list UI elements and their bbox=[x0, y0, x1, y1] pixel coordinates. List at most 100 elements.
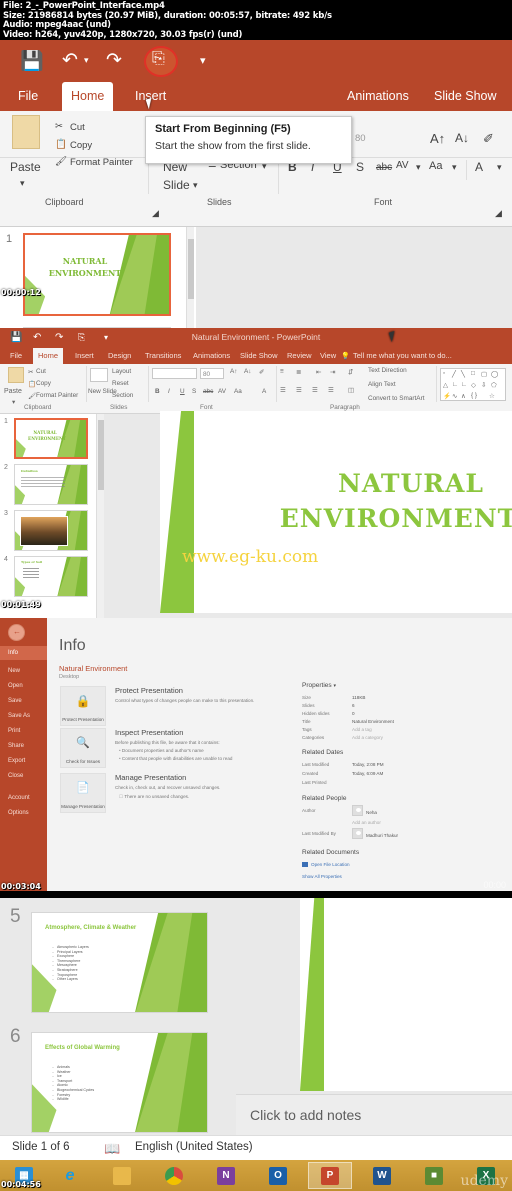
increase-font-size-icon[interactable]: A↑ bbox=[230, 368, 237, 375]
tab-animations[interactable]: Animations bbox=[188, 348, 235, 364]
underline-button[interactable]: U bbox=[180, 388, 185, 395]
align-left-icon[interactable]: ☰ bbox=[280, 386, 286, 394]
shape-star-icon[interactable]: ☆ bbox=[489, 392, 495, 400]
shape-lightning-icon[interactable]: ⚡ bbox=[443, 392, 451, 400]
font-color-button[interactable]: A bbox=[262, 388, 266, 395]
slide-title-line2[interactable]: ENVIRONMENT bbox=[200, 504, 512, 533]
tab-insert[interactable]: Insert bbox=[70, 348, 99, 364]
layout-button[interactable]: Layout bbox=[112, 368, 131, 375]
columns-icon[interactable]: ◫ bbox=[348, 386, 354, 394]
format-painter-icon[interactable]: 🖌 bbox=[28, 392, 36, 400]
change-case-dropdown-icon[interactable]: ▾ bbox=[452, 162, 457, 173]
shape-oval-icon[interactable]: ◯ bbox=[491, 370, 498, 378]
backstage-item-info[interactable]: Info bbox=[0, 646, 47, 660]
thumbnail-slide-1[interactable]: NATURAL ENVIRONMENT bbox=[14, 418, 88, 459]
tab-view[interactable]: View bbox=[315, 348, 341, 364]
outlook-button[interactable]: O bbox=[256, 1162, 300, 1189]
thumbnail-slide-4[interactable]: Types of Soil bbox=[14, 556, 88, 597]
tab-home[interactable]: Home bbox=[62, 82, 114, 111]
show-all-properties-link[interactable]: Show All Properties bbox=[302, 874, 342, 879]
clipboard-dialog-launcher[interactable]: ◢ bbox=[152, 208, 159, 219]
thumbnail-scrollbar[interactable] bbox=[96, 414, 104, 618]
decrease-font-size-icon[interactable]: A↓ bbox=[455, 131, 469, 145]
manage-presentation-button[interactable]: 📄 Manage Presentation bbox=[60, 773, 106, 813]
tell-me-search[interactable]: Tell me what you want to do... bbox=[348, 348, 457, 364]
undo-dropdown-icon[interactable]: ▾ bbox=[84, 55, 89, 66]
language-indicator[interactable]: English (United States) bbox=[135, 1141, 253, 1153]
paste-label[interactable]: Paste bbox=[4, 388, 22, 395]
slide-title-line1[interactable]: NATURAL bbox=[250, 469, 512, 498]
character-spacing-dropdown-icon[interactable]: ▾ bbox=[416, 162, 421, 173]
backstage-item-export[interactable]: Export bbox=[0, 754, 47, 768]
current-slide[interactable] bbox=[300, 898, 512, 1091]
backstage-item-options[interactable]: Options bbox=[0, 806, 47, 820]
change-case-button[interactable]: Aa bbox=[234, 388, 242, 395]
shape-pentagon-icon[interactable]: ⬠ bbox=[491, 381, 497, 389]
back-button[interactable]: ← bbox=[8, 624, 25, 641]
copy-icon[interactable]: 📋 bbox=[55, 139, 67, 150]
strikethrough-button[interactable]: abc bbox=[376, 162, 392, 173]
shape-connector-icon[interactable]: ∟ bbox=[461, 381, 467, 388]
file-explorer-button[interactable] bbox=[100, 1162, 144, 1189]
paste-dropdown-icon[interactable]: ▾ bbox=[12, 398, 15, 406]
clear-formatting-icon[interactable]: ✐ bbox=[259, 368, 264, 376]
thumbnail-slide-1[interactable]: NATURAL ENVIRONMENT bbox=[23, 233, 171, 316]
align-center-icon[interactable]: ☰ bbox=[296, 386, 302, 394]
paste-dropdown-icon[interactable]: ▾ bbox=[20, 178, 25, 189]
thumbnail-scrollbar[interactable] bbox=[186, 227, 194, 328]
shape-rounded-icon[interactable]: ▢ bbox=[481, 370, 487, 378]
numbering-icon[interactable]: ≣ bbox=[296, 368, 301, 376]
chrome-button[interactable] bbox=[152, 1162, 196, 1189]
backstage-item-save[interactable]: Save bbox=[0, 694, 47, 708]
shape-arrow-icon[interactable]: ╲ bbox=[461, 370, 465, 378]
slide-thumbnail-panel[interactable]: 1 NATURAL ENVIRONMENT 2 Definition bbox=[0, 227, 196, 328]
tab-file[interactable]: File bbox=[5, 348, 27, 364]
slide-editing-stage[interactable]: Click to add notes bbox=[236, 898, 512, 1135]
font-color-button[interactable]: A bbox=[475, 160, 483, 174]
tab-file[interactable]: File bbox=[9, 82, 47, 111]
shape-elbow-icon[interactable]: ∟ bbox=[452, 381, 458, 388]
copy-icon[interactable]: 📋 bbox=[28, 380, 36, 388]
tab-slide-show[interactable]: Slide Show bbox=[425, 82, 506, 111]
tab-animations[interactable]: Animations bbox=[338, 82, 418, 111]
start-from-beginning-icon[interactable]: ⎘ bbox=[152, 50, 165, 68]
line-spacing-icon[interactable]: ⇵ bbox=[348, 368, 353, 376]
font-dialog-launcher[interactable]: ◢ bbox=[495, 208, 502, 219]
shape-triangle-icon[interactable]: △ bbox=[443, 381, 448, 389]
notes-placeholder[interactable]: Click to add notes bbox=[250, 1107, 361, 1123]
text-shadow-button[interactable]: S bbox=[356, 160, 364, 174]
strikethrough-button[interactable]: abc bbox=[203, 388, 213, 395]
undo-icon[interactable]: ↶ bbox=[33, 332, 41, 343]
shape-line-icon[interactable]: ╱ bbox=[452, 370, 456, 378]
bold-button[interactable]: B bbox=[155, 388, 160, 395]
notes-pane[interactable]: Click to add notes bbox=[236, 1094, 512, 1135]
thumbnail-slide-2[interactable]: Definition bbox=[14, 464, 88, 505]
increase-font-size-icon[interactable]: A↑ bbox=[430, 131, 445, 146]
format-painter-icon[interactable]: 🖌 bbox=[55, 156, 67, 167]
increase-indent-icon[interactable]: ⇥ bbox=[330, 368, 335, 376]
new-slide-dropdown-icon[interactable]: ▾ bbox=[193, 180, 198, 191]
decrease-indent-icon[interactable]: ⇤ bbox=[316, 368, 321, 376]
spellcheck-icon[interactable]: 📖 bbox=[104, 1141, 120, 1157]
slide-thumbnail-panel[interactable]: 5 Atmosphere, Climate & Weather Atmosphe… bbox=[0, 898, 236, 1135]
backstage-item-print[interactable]: Print bbox=[0, 724, 47, 738]
cut-label[interactable]: Cut bbox=[70, 122, 85, 133]
character-spacing-button[interactable]: AV bbox=[396, 160, 409, 171]
text-shadow-button[interactable]: S bbox=[192, 388, 196, 395]
tab-design[interactable]: Design bbox=[103, 348, 136, 364]
slide-thumbnail-panel[interactable]: 1 NATURAL ENVIRONMENT 2 Definition 3 4 T… bbox=[0, 414, 104, 618]
section-button[interactable]: Section bbox=[112, 392, 133, 399]
onenote-button[interactable]: N bbox=[204, 1162, 248, 1189]
font-size-input[interactable]: 80 bbox=[200, 368, 224, 379]
current-slide[interactable]: NATURAL ENVIRONMENT www.eg-ku.com bbox=[160, 411, 512, 613]
cut-icon[interactable]: ✂ bbox=[55, 121, 63, 132]
backstage-item-close[interactable]: Close bbox=[0, 769, 47, 783]
internet-explorer-button[interactable]: e bbox=[48, 1162, 92, 1189]
text-direction-button[interactable]: Text Direction bbox=[368, 367, 407, 374]
font-color-dropdown-icon[interactable]: ▾ bbox=[497, 162, 502, 173]
save-icon[interactable]: 💾 bbox=[10, 332, 22, 343]
new-slide-label-line2[interactable]: Slide bbox=[163, 178, 190, 192]
redo-icon[interactable]: ↷ bbox=[106, 49, 122, 72]
convert-smartart-button[interactable]: Convert to SmartArt bbox=[368, 395, 424, 402]
justify-icon[interactable]: ☰ bbox=[328, 386, 334, 394]
